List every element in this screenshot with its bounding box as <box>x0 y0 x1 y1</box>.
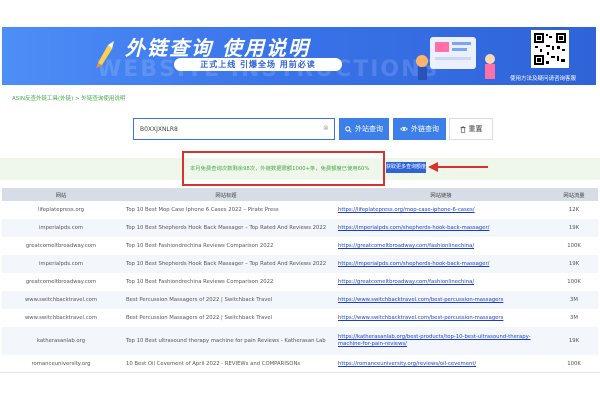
search-icon <box>345 125 352 133</box>
cell-url-link[interactable]: https://lifeplatepress.org/mop-case-ipho… <box>332 207 550 213</box>
rocket-icon <box>96 41 114 68</box>
external-search-label: 外站查询 <box>355 125 383 133</box>
table-row: katherasanlab.org Top 10 Best ultrasound… <box>2 327 598 355</box>
qr-code-icon <box>531 30 569 68</box>
banner-title: 外链查询 使用说明 <box>125 36 310 60</box>
table-row: greatcomeltbroadway.com Top 10 Best Fash… <box>2 237 598 255</box>
cell-url-link[interactable]: https://www.switchbacktravel.com/best-pe… <box>332 297 550 303</box>
cell-title: Top 10 Best ultrasound therapy machine f… <box>126 338 326 344</box>
cell-traffic: 19K <box>568 261 580 267</box>
table-row: lifeplatepress.org Top 10 Best Mop Case … <box>2 201 598 219</box>
cell-site: romanceuniversity.org <box>31 361 91 367</box>
divider <box>0 372 600 373</box>
cell-traffic: 100K <box>567 279 581 285</box>
cell-site: imperialpds.com <box>38 225 84 231</box>
eye-icon <box>400 126 408 132</box>
cell-site: katherasanlab.org <box>36 338 86 344</box>
cell-traffic: 19K <box>568 225 580 231</box>
banner: WEBSITE INSTRUCTIONS 外链查询 使用说明 正式上线 引爆全场… <box>2 27 596 85</box>
cell-site: greatcomeltbroadway.com <box>25 243 97 249</box>
cell-title: Best Percussion Massagers of 2022 | Swit… <box>126 315 273 321</box>
trash-icon <box>460 125 465 133</box>
cell-url-link[interactable]: https://imperialpds.com/shepherds-hook-b… <box>332 261 550 267</box>
header-title: 网站标题 <box>215 192 237 199</box>
cell-title: Top 10 Best Fashiondrechina Reviews Comp… <box>126 279 274 285</box>
breadcrumb[interactable]: ASIN反查外链工具(外链) > 外链查询使用说明 <box>12 94 125 102</box>
table-header: 网站 网站标题 网站链接 网站流量 <box>2 188 598 201</box>
reset-button[interactable]: 重置 <box>449 118 493 140</box>
outbound-search-button[interactable]: 外链查询 <box>393 118 446 140</box>
cell-url-link[interactable]: https://www.switchbacktravel.com/best-pe… <box>332 315 550 321</box>
cell-title: Top 10 Best Shepherds Hook Back Massager… <box>126 261 327 267</box>
table-row: www.switchbacktravel.com Best Percussion… <box>2 291 598 309</box>
cell-url-link[interactable]: https://imperialpds.com/shepherds-hook-b… <box>332 225 550 231</box>
external-search-button[interactable]: 外站查询 <box>339 118 389 140</box>
clear-icon[interactable]: ⊗ <box>323 124 329 132</box>
cell-url-link[interactable]: https://greatcomeltbroadway.com/fashionl… <box>332 243 550 249</box>
header-site: 网站 <box>55 192 67 199</box>
header-url: 网站链接 <box>430 192 452 199</box>
table-row: www.switchbacktravel.com Best Percussion… <box>2 309 598 327</box>
table-row: greatcomeltbroadway.com Top 10 Best Fash… <box>2 273 598 291</box>
reset-label: 重置 <box>468 125 483 133</box>
illustration-icon <box>416 37 495 80</box>
cell-url-link[interactable]: https://romanceuniversity.org/reviews/oi… <box>332 361 550 367</box>
cell-traffic: 3M <box>570 297 578 303</box>
cell-url-link[interactable]: https://greatcomeltbroadway.com/fashionl… <box>332 279 550 285</box>
cell-site: imperialpds.com <box>38 261 84 267</box>
cell-url-link[interactable]: https://katherasanlab.org/best-products/… <box>332 334 550 348</box>
results-table: 网站 网站标题 网站链接 网站流量 lifeplatepress.org Top… <box>2 188 598 373</box>
search-input[interactable] <box>133 118 335 140</box>
cell-title: Top 10 Best Mop Case Iphone 6 Cases 2022… <box>126 207 279 213</box>
cell-site: www.switchbacktravel.com <box>24 315 98 321</box>
get-more-quota-button[interactable]: 获取更多查询额度 <box>386 162 426 173</box>
arrow-left-icon <box>428 162 488 172</box>
highlight-box <box>182 151 385 186</box>
header-traffic: 网站流量 <box>563 192 585 199</box>
cell-traffic: 12K <box>568 207 580 213</box>
cell-traffic: 3M <box>570 315 578 321</box>
cell-traffic: 100K <box>567 361 581 367</box>
cell-title: Top 10 Best Fashiondrechina Reviews Comp… <box>126 243 274 249</box>
cell-title: Top 10 Best Shepherds Hook Back Massager… <box>126 225 327 231</box>
cell-site: www.switchbacktravel.com <box>24 297 98 303</box>
cell-traffic: 19K <box>568 338 580 344</box>
outbound-search-label: 外链查询 <box>411 125 439 133</box>
cell-title: Best Percussion Massagers of 2022 | Swit… <box>126 297 273 303</box>
cell-site: greatcomeltbroadway.com <box>25 279 97 285</box>
table-row: imperialpds.com Top 10 Best Shepherds Ho… <box>2 219 598 237</box>
cell-title: 10 Best Oil Cevement of April 2022 - REV… <box>126 361 301 367</box>
qr-caption: 使用方法及疑问请咨询客服 <box>510 76 577 82</box>
table-row: imperialpds.com Top 10 Best Shepherds Ho… <box>2 255 598 273</box>
banner-slogan: 正式上线 引爆全场 用前必读 <box>174 58 342 71</box>
table-row: romanceuniversity.org 10 Best Oil Ceveme… <box>2 355 598 373</box>
cell-traffic: 100K <box>567 243 581 249</box>
cell-site: lifeplatepress.org <box>37 207 85 213</box>
